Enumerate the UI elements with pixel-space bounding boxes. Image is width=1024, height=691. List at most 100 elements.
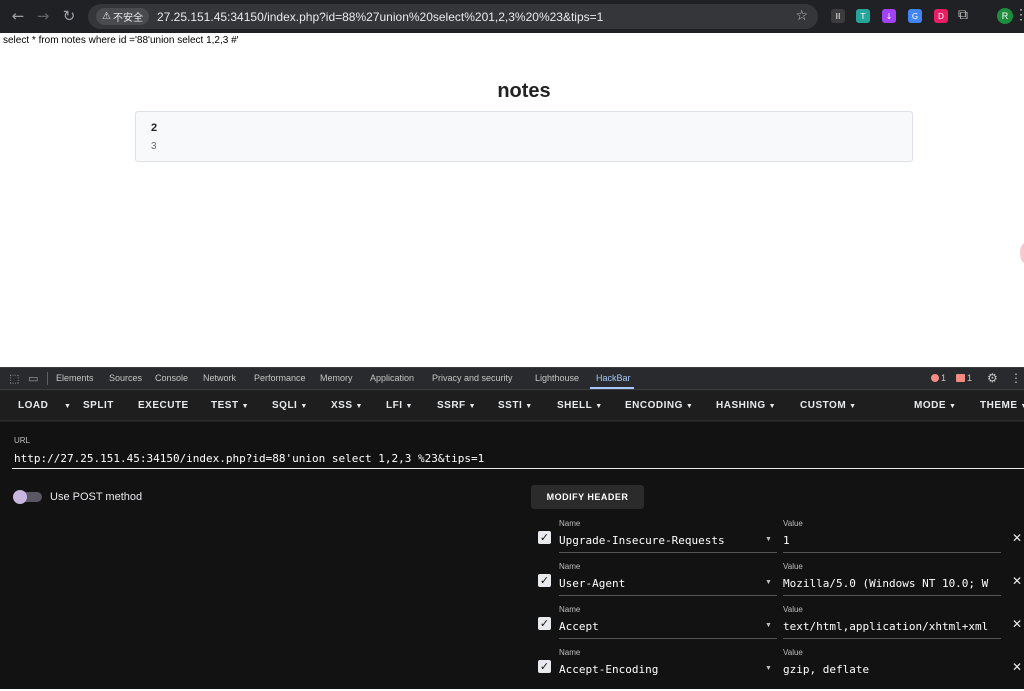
devtools-tab-bar: ⬚ ▭ Elements Sources Console Network Per… xyxy=(0,368,1024,390)
header-name-input[interactable]: Accept xyxy=(559,620,759,633)
back-arrow-icon[interactable]: ← xyxy=(5,3,31,29)
tab-performance[interactable]: Performance xyxy=(254,373,306,383)
name-underline xyxy=(559,595,777,596)
header-row: ✓ Name Upgrade-Insecure-Requests ▼ Value… xyxy=(531,519,1024,562)
theme-menu[interactable]: THEME▼ xyxy=(980,400,1024,411)
extensions-puzzle-icon[interactable]: ⧉ xyxy=(958,7,968,23)
web-page: select * from notes where id ='88'union … xyxy=(0,33,1024,367)
tab-hackbar[interactable]: HackBar xyxy=(596,373,631,383)
ext-pink-icon[interactable]: D xyxy=(934,9,948,23)
header-enabled-checkbox[interactable]: ✓ xyxy=(538,617,551,630)
value-underline xyxy=(783,595,1001,596)
error-count: 1 xyxy=(941,373,946,383)
chevron-down-icon: ▼ xyxy=(595,403,602,410)
encoding-menu[interactable]: ENCODING▼ xyxy=(625,400,693,411)
tab-elements[interactable]: Elements xyxy=(56,373,94,383)
chevron-down-icon: ▼ xyxy=(1021,403,1024,410)
edge-widget[interactable] xyxy=(1020,243,1024,263)
forward-arrow-icon[interactable]: → xyxy=(30,3,56,29)
header-value-input[interactable]: Mozilla/5.0 (Windows NT 10.0; W xyxy=(783,577,1001,590)
security-chip[interactable]: ⚠ 不安全 xyxy=(96,8,149,25)
url-input[interactable]: http://27.25.151.45:34150/index.php?id=8… xyxy=(14,452,484,465)
warning-badge[interactable]: 1 xyxy=(956,373,972,383)
tab-application[interactable]: Application xyxy=(370,373,414,383)
mode-label: MODE xyxy=(914,400,946,411)
hashing-menu[interactable]: HASHING▼ xyxy=(716,400,776,411)
note-title: 2 xyxy=(151,122,157,134)
header-name-label: Name xyxy=(559,562,580,571)
header-row: ✓ Name User-Agent ▼ Value Mozilla/5.0 (W… xyxy=(531,562,1024,605)
chevron-down-icon[interactable]: ▼ xyxy=(765,536,772,543)
header-name-input[interactable]: User-Agent xyxy=(559,577,759,590)
header-row: ✓ Name Accept-Encoding ▼ Value gzip, def… xyxy=(531,648,1024,691)
chevron-down-icon: ▼ xyxy=(686,403,693,410)
header-enabled-checkbox[interactable]: ✓ xyxy=(538,574,551,587)
load-button[interactable]: LOAD xyxy=(18,400,48,411)
tab-memory[interactable]: Memory xyxy=(320,373,353,383)
url-label: URL xyxy=(14,436,30,445)
inspect-element-icon[interactable]: ⬚ xyxy=(9,372,19,385)
post-method-toggle[interactable] xyxy=(14,492,42,502)
split-button[interactable]: SPLIT xyxy=(83,400,114,411)
remove-header-close-icon[interactable]: ✕ xyxy=(1012,617,1022,631)
header-name-input[interactable]: Upgrade-Insecure-Requests xyxy=(559,534,759,547)
header-value-input[interactable]: text/html,application/xhtml+xml xyxy=(783,620,1001,633)
name-underline xyxy=(559,552,777,553)
ext-purple-icon[interactable]: ↓ xyxy=(882,9,896,23)
hashing-label: HASHING xyxy=(716,400,766,411)
remove-header-close-icon[interactable]: ✕ xyxy=(1012,574,1022,588)
remove-header-close-icon[interactable]: ✕ xyxy=(1012,660,1022,674)
note-card: 2 3 xyxy=(135,111,913,162)
header-name-input[interactable]: Accept-Encoding xyxy=(559,663,759,676)
execute-button[interactable]: EXECUTE xyxy=(138,400,189,411)
error-icon xyxy=(931,374,939,382)
tab-network[interactable]: Network xyxy=(203,373,236,383)
load-dropdown-icon[interactable]: ▼ xyxy=(61,400,71,411)
test-label: TEST xyxy=(211,400,239,411)
theme-label: THEME xyxy=(980,400,1018,411)
tab-privacy-security[interactable]: Privacy and security xyxy=(432,373,513,383)
url-text[interactable]: 27.25.151.45:34150/index.php?id=88%27uni… xyxy=(157,10,603,24)
header-enabled-checkbox[interactable]: ✓ xyxy=(538,660,551,673)
test-menu[interactable]: TEST▼ xyxy=(211,400,249,411)
shell-label: SHELL xyxy=(557,400,592,411)
settings-gear-icon[interactable]: ⚙ xyxy=(987,371,998,385)
header-value-label: Value xyxy=(783,562,803,571)
chevron-down-icon[interactable]: ▼ xyxy=(765,665,772,672)
sqli-menu[interactable]: SQLI▼ xyxy=(272,400,308,411)
ext-dark-icon[interactable]: II xyxy=(831,9,845,23)
mode-menu[interactable]: MODE▼ xyxy=(914,400,956,411)
modify-header-button[interactable]: MODIFY HEADER xyxy=(531,485,644,509)
tab-console[interactable]: Console xyxy=(155,373,188,383)
header-name-label: Name xyxy=(559,605,580,614)
ssti-menu[interactable]: SSTI▼ xyxy=(498,400,533,411)
tab-sources[interactable]: Sources xyxy=(109,373,142,383)
chevron-down-icon[interactable]: ▼ xyxy=(765,579,772,586)
ext-translate-icon[interactable]: G xyxy=(908,9,922,23)
reload-icon[interactable]: ↻ xyxy=(56,3,82,29)
xss-menu[interactable]: XSS▼ xyxy=(331,400,363,411)
profile-avatar[interactable]: R xyxy=(997,8,1013,24)
header-enabled-checkbox[interactable]: ✓ xyxy=(538,531,551,544)
browser-menu-icon[interactable]: ⋮ xyxy=(1014,6,1024,23)
custom-menu[interactable]: CUSTOM▼ xyxy=(800,400,857,411)
bookmark-star-icon[interactable]: ☆ xyxy=(795,8,808,24)
remove-header-close-icon[interactable]: ✕ xyxy=(1012,531,1022,545)
chevron-down-icon: ▼ xyxy=(849,403,856,410)
ssrf-menu[interactable]: SSRF▼ xyxy=(437,400,476,411)
ssti-label: SSTI xyxy=(498,400,522,411)
device-toolbar-icon[interactable]: ▭ xyxy=(28,372,38,385)
header-value-input[interactable]: 1 xyxy=(783,534,1001,547)
header-value-input[interactable]: gzip, deflate xyxy=(783,663,1001,676)
error-badge[interactable]: 1 xyxy=(931,373,946,383)
shell-menu[interactable]: SHELL▼ xyxy=(557,400,603,411)
toggle-knob xyxy=(13,490,27,504)
tab-lighthouse[interactable]: Lighthouse xyxy=(535,373,579,383)
chevron-down-icon[interactable]: ▼ xyxy=(765,622,772,629)
ext-teal-icon[interactable]: T xyxy=(856,9,870,23)
sqli-label: SQLI xyxy=(272,400,297,411)
lfi-menu[interactable]: LFI▼ xyxy=(386,400,413,411)
warning-count: 1 xyxy=(967,373,972,383)
devtools-menu-icon[interactable]: ⋮ xyxy=(1010,371,1022,385)
address-bar[interactable]: ⚠ 不安全 27.25.151.45:34150/index.php?id=88… xyxy=(88,4,818,29)
